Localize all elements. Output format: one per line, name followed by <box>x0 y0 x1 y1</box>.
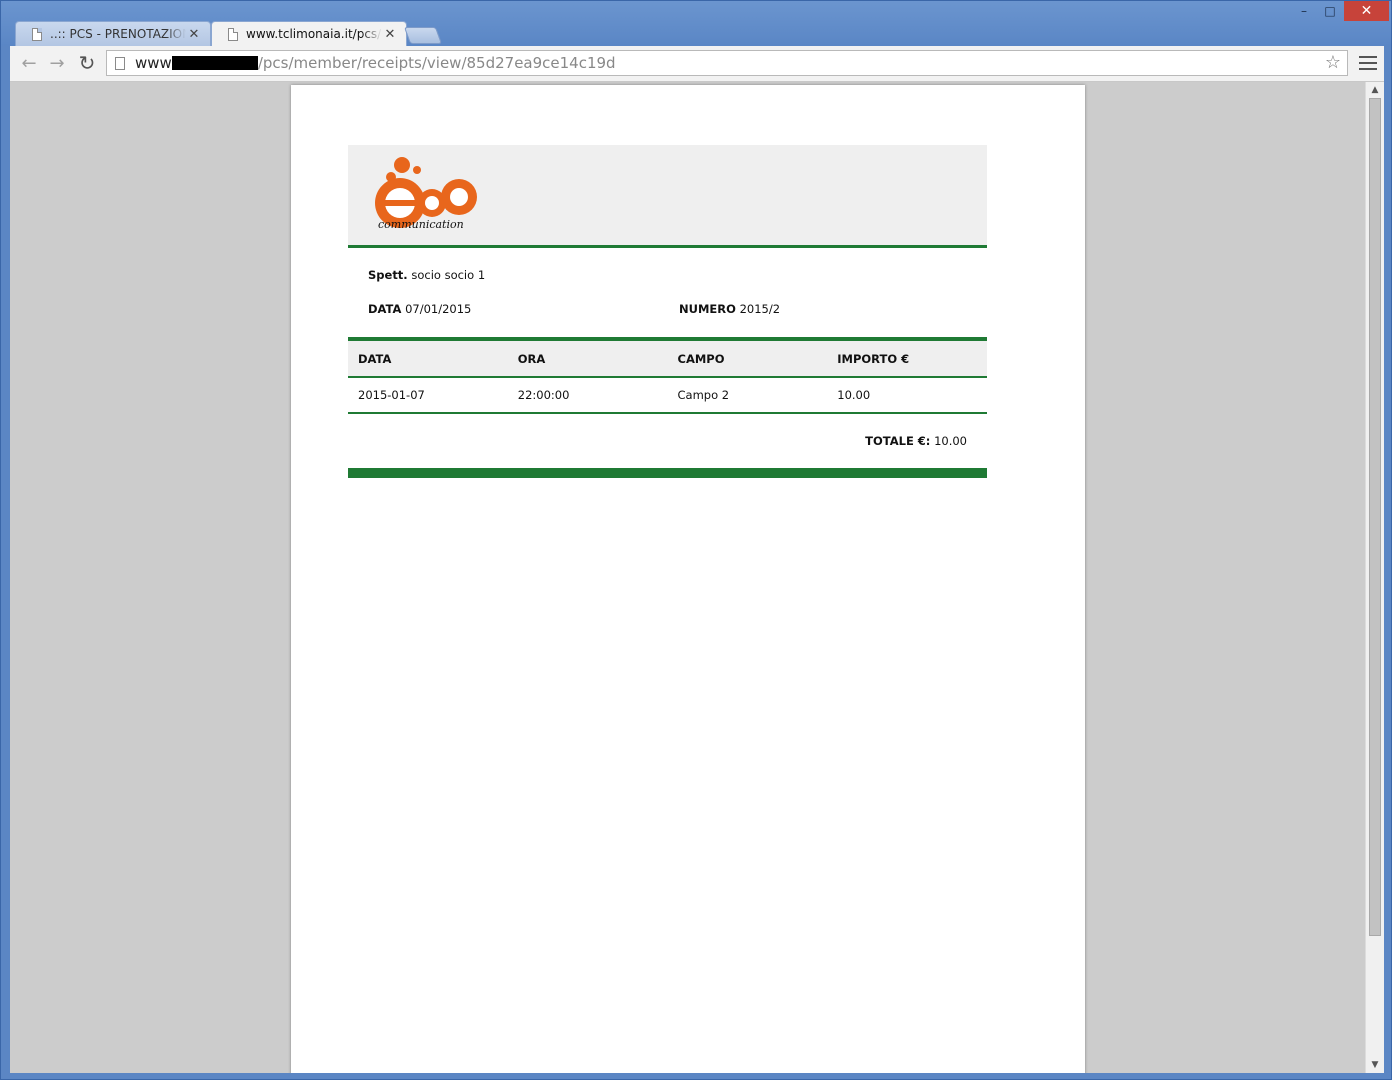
table-cell: 22:00:00 <box>517 388 570 402</box>
scroll-down-arrow-icon[interactable]: ▼ <box>1366 1057 1384 1073</box>
forward-arrow-icon[interactable]: → <box>45 51 69 75</box>
address-bar[interactable]: www /pcs/member/receipts/view/85d27ea9ce… <box>106 50 1348 76</box>
number-value: 2015/2 <box>739 302 781 316</box>
receipt-document: communication Spett. socio socio 1 DATA … <box>348 145 987 478</box>
tab-strip: ..:: PCS - PRENOTAZIONE ✕ www.tclimonaia… <box>1 1 1391 46</box>
scroll-thumb[interactable] <box>1369 98 1381 936</box>
tab-close-icon[interactable]: ✕ <box>186 27 202 42</box>
page-icon <box>32 27 42 41</box>
pdf-viewport: communication Spett. socio socio 1 DATA … <box>10 82 1384 1073</box>
table-row: 2015-01-07 22:00:00 Campo 2 10.00 <box>348 378 987 414</box>
tab-pcs-prenotazione[interactable]: ..:: PCS - PRENOTAZIONE ✕ <box>15 21 211 46</box>
date-value: 07/01/2015 <box>405 302 472 316</box>
total-value: 10.00 <box>934 434 967 448</box>
tab-close-icon[interactable]: ✕ <box>382 27 398 42</box>
date-label: DATA <box>368 302 402 316</box>
scroll-up-arrow-icon[interactable]: ▲ <box>1366 82 1384 98</box>
column-header: ORA <box>517 351 546 366</box>
back-arrow-icon[interactable]: ← <box>17 51 41 75</box>
browser-toolbar: ← → ↻ www /pcs/member/receipts/view/85d2… <box>10 46 1384 82</box>
bookmark-star-icon[interactable]: ☆ <box>1325 52 1341 73</box>
date-line: DATA 07/01/2015 <box>368 302 471 316</box>
close-window-button[interactable]: ✕ <box>1344 1 1389 21</box>
table-header: DATA ORA CAMPO IMPORTO € <box>348 341 987 378</box>
menu-icon[interactable] <box>1359 54 1377 72</box>
recipient-label: Spett. <box>368 268 408 282</box>
recipient-value: socio socio 1 <box>411 268 486 282</box>
ego-logo: communication <box>375 157 477 231</box>
table-cell: Campo 2 <box>677 388 730 402</box>
table-cell: 10.00 <box>837 388 871 402</box>
column-header: IMPORTO € <box>837 351 910 366</box>
total-line: TOTALE €: 10.00 <box>865 434 967 448</box>
recipient-line: Spett. socio socio 1 <box>368 268 485 282</box>
number-line: NUMERO 2015/2 <box>679 302 780 316</box>
table-cell: 2015-01-07 <box>358 388 425 402</box>
tab-receipt[interactable]: www.tclimonaia.it/pcs/m ✕ <box>211 21 407 46</box>
receipt-header: communication <box>348 145 987 248</box>
number-label: NUMERO <box>679 302 736 316</box>
receipt-table: DATA ORA CAMPO IMPORTO € 2015-01-07 22:0… <box>348 337 987 414</box>
browser-window: ..:: PCS - PRENOTAZIONE ✕ www.tclimonaia… <box>0 0 1392 1080</box>
column-header: CAMPO <box>677 351 725 366</box>
page-icon <box>115 56 125 70</box>
reload-icon[interactable]: ↻ <box>75 51 99 75</box>
url-prefix: www <box>135 54 172 72</box>
page-icon <box>228 27 238 41</box>
pdf-page: communication Spett. socio socio 1 DATA … <box>291 85 1085 1073</box>
vertical-scrollbar[interactable]: ▲ ▼ <box>1365 82 1384 1073</box>
maximize-button[interactable]: □ <box>1317 1 1343 21</box>
footer-bar <box>348 468 987 478</box>
new-tab-button[interactable] <box>403 27 443 44</box>
tab-title: www.tclimonaia.it/pcs/m <box>246 27 382 41</box>
total-label: TOTALE €: <box>865 434 931 448</box>
tab-title: ..:: PCS - PRENOTAZIONE <box>50 27 186 41</box>
minimize-button[interactable]: – <box>1291 1 1317 21</box>
column-header: DATA <box>358 351 392 366</box>
url-path: /pcs/member/receipts/view/85d27ea9ce14c1… <box>257 54 616 72</box>
url-redaction <box>171 56 258 70</box>
svg-text:communication: communication <box>378 218 464 231</box>
